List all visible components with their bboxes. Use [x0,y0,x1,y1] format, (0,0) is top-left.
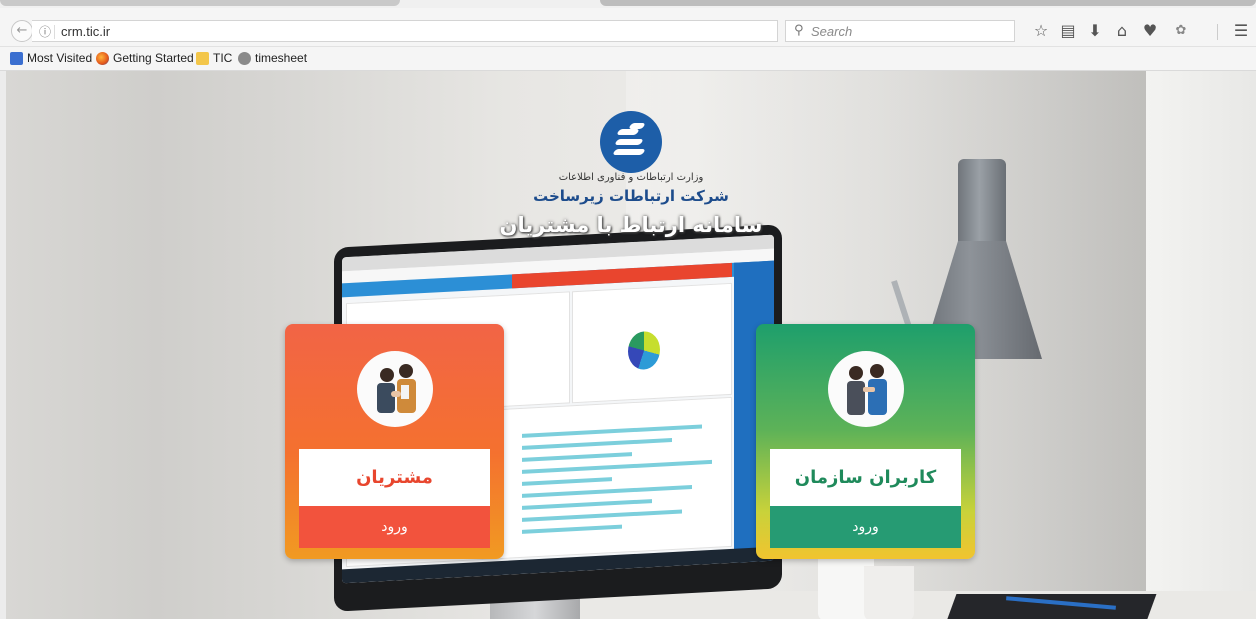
firefox-icon [96,51,109,65]
logo-stripe [628,123,646,129]
staff-card: کاربران سازمان ورود [756,324,975,559]
logo-stripe [614,139,644,145]
lamp-cap [958,159,1006,249]
logo-stripe [616,129,640,135]
tic-logo [600,111,662,173]
staff-login-button[interactable]: ورود [770,506,961,548]
info-icon[interactable]: ⓘ [39,23,51,40]
cup-second [864,566,914,619]
download-icon[interactable]: ⬇ [1085,22,1105,40]
pocket-icon[interactable]: ♥ [1140,22,1160,40]
logo-stripe [612,149,646,155]
bookmark-tic[interactable]: TIC [196,51,232,65]
most-visited-icon [10,51,23,65]
bookmark-timesheet[interactable]: timesheet [238,51,307,65]
wall-right [1146,71,1256,619]
bookmark-label: TIC [213,51,233,65]
back-icon[interactable]: ← [11,20,33,42]
bookmark-label: Most Visited [27,51,93,65]
bookmark-label: Getting Started [113,51,194,65]
bookmark-getting-started[interactable]: Getting Started [96,51,194,65]
bookmark-label: timesheet [255,51,308,65]
notebook [945,594,1157,619]
reading-list-icon[interactable]: ▤ [1058,22,1078,40]
ministry-name: وزارت ارتباطات و فناوری اطلاعات [558,172,704,183]
extension-icon[interactable]: ✿ [1171,22,1191,40]
home-icon[interactable]: ⌂ [1112,22,1132,40]
tab-strip [0,0,1256,8]
company-name: شرکت ارتباطات زیرساخت [533,187,729,205]
staff-title: کاربران سازمان [770,449,961,506]
address-bar[interactable]: ⓘ crm.tic.ir ↻ [32,20,798,42]
search-placeholder: Search [811,24,853,39]
page-background: وزارت ارتباطات و فناوری اطلاعات شرکت ارت… [6,71,1256,619]
globe-icon [238,51,251,65]
search-icon: ⚲ [794,23,804,38]
tab-inactive[interactable] [600,0,1256,6]
url-text[interactable]: crm.tic.ir [61,24,110,39]
bookmarks-toolbar: Most Visited Getting Started TIC timeshe… [0,47,1256,71]
customers-login-button[interactable]: ورود [299,506,490,548]
bookmark-most-visited[interactable]: Most Visited [10,51,92,65]
system-title: سامانه ارتباط با مشتریان [499,213,763,237]
handshake-icon [377,364,416,413]
search-input[interactable]: ⚲ Search [785,20,1015,42]
staff-avatar [828,351,904,427]
business-people-icon [847,364,887,415]
folder-icon [196,51,209,65]
address-separator [54,25,55,39]
customers-card: مشتریان ورود [285,324,504,559]
navigation-bar: ← ⓘ crm.tic.ir ↻ ⚲ Search ☆ ▤ ⬇ ⌂ ♥ ✿ ☰ [0,8,1256,47]
customers-avatar [357,351,433,427]
tab-active[interactable] [0,0,400,6]
menu-icon[interactable]: ☰ [1231,22,1251,40]
bookmark-star-icon[interactable]: ☆ [1031,22,1051,40]
customers-title: مشتریان [299,449,490,506]
toolbar-separator [1217,24,1218,40]
